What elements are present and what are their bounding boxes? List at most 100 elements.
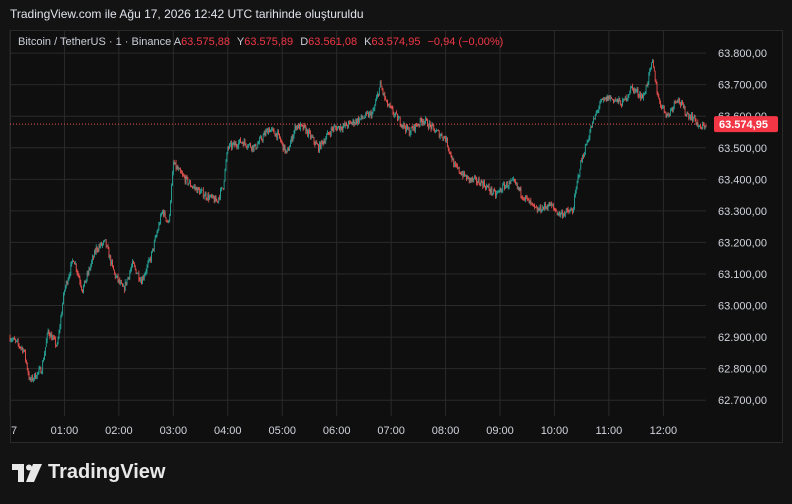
candle-body <box>159 223 161 225</box>
candle-body <box>643 94 645 95</box>
y-tick-label: 63.100,00 <box>718 269 767 281</box>
candle-body <box>201 190 202 191</box>
candle-body <box>361 115 363 119</box>
candle-body <box>72 260 73 262</box>
candle-body <box>604 98 605 100</box>
candle-body <box>250 143 251 148</box>
candle-body <box>155 235 157 238</box>
candle-body <box>251 145 253 150</box>
candle-body <box>92 256 93 262</box>
candle-body <box>248 144 250 147</box>
candle-body <box>349 121 350 123</box>
candle-body <box>190 181 191 187</box>
candle-body <box>51 333 53 341</box>
candle-body <box>161 213 162 215</box>
candle-body <box>305 126 307 134</box>
candle-body <box>133 261 134 264</box>
candle-body <box>24 349 25 352</box>
candle-body <box>665 112 667 117</box>
candle-body <box>623 98 624 101</box>
candle-body <box>209 196 210 200</box>
candle-body <box>329 133 330 135</box>
candle-body <box>568 211 570 213</box>
candle-body <box>143 277 144 279</box>
candle-body <box>582 155 583 162</box>
candle-body <box>443 136 445 140</box>
candle-body <box>39 367 41 369</box>
candle-body <box>207 194 209 200</box>
candle-body <box>114 270 115 274</box>
candle-body <box>289 147 290 151</box>
candle-body <box>192 186 194 188</box>
candle-body <box>236 145 238 148</box>
candle-body <box>586 141 588 146</box>
candle-body <box>94 250 96 253</box>
candle-body <box>206 198 208 200</box>
candle-body <box>506 182 507 186</box>
candle-body <box>19 346 21 348</box>
candle-body <box>12 339 14 341</box>
candle-body <box>332 128 334 130</box>
candle-body <box>229 144 230 149</box>
candle-body <box>18 344 20 347</box>
candle-body <box>290 142 291 148</box>
candle-body <box>16 340 18 342</box>
open-label: A <box>173 36 182 48</box>
candle-body <box>136 273 138 275</box>
candle-body <box>478 179 480 184</box>
candle-body <box>626 98 628 101</box>
candle-body <box>58 330 60 339</box>
candle-body <box>294 126 296 132</box>
candle-body <box>350 122 352 125</box>
candle-body <box>391 107 393 109</box>
candle-body <box>486 185 487 189</box>
candle-body <box>103 241 104 244</box>
candle-body <box>682 104 684 109</box>
candle-body <box>268 128 269 134</box>
candle-body <box>368 112 370 118</box>
candle-body <box>246 146 248 148</box>
candle-body <box>622 100 623 107</box>
candle-body <box>269 128 270 133</box>
candle-body <box>375 100 377 106</box>
candle-body <box>619 98 621 102</box>
candle-body <box>337 127 338 131</box>
candle-body <box>366 112 367 114</box>
candle-body <box>154 237 156 242</box>
candle-body <box>188 183 190 185</box>
candle-body <box>214 196 216 203</box>
candle-body <box>299 124 300 130</box>
candle-body <box>285 150 287 153</box>
candle-body <box>470 178 472 181</box>
candle-body <box>93 256 94 258</box>
candle-body <box>253 145 255 151</box>
candle-body <box>52 337 53 341</box>
candle-body <box>641 94 642 99</box>
candle-body <box>316 142 318 144</box>
candle-body <box>532 203 534 204</box>
candle-body <box>197 187 199 193</box>
candle-body <box>499 189 501 191</box>
candle-body <box>94 250 95 258</box>
candle-body <box>45 347 46 354</box>
candle-body <box>554 207 555 210</box>
candle-body <box>447 137 448 147</box>
candle-body <box>144 272 146 276</box>
candle-body <box>427 126 429 129</box>
candle-body <box>237 146 239 148</box>
candle-body <box>270 128 272 130</box>
candle-body <box>196 187 198 193</box>
candle-body <box>121 282 122 284</box>
candle-body <box>328 132 329 134</box>
candle-body <box>436 130 437 132</box>
candlestick-chart[interactable]: 63.800,0063.700,0063.600,0063.500,0063.4… <box>0 0 792 504</box>
candle-body <box>491 187 493 194</box>
candle-body <box>75 263 77 271</box>
candle-body <box>202 189 204 198</box>
candle-body <box>282 142 284 151</box>
candle-body <box>398 117 400 119</box>
candle-body <box>231 142 232 149</box>
candle-body <box>221 187 222 190</box>
candle-body <box>617 99 619 103</box>
candle-body <box>100 242 102 247</box>
